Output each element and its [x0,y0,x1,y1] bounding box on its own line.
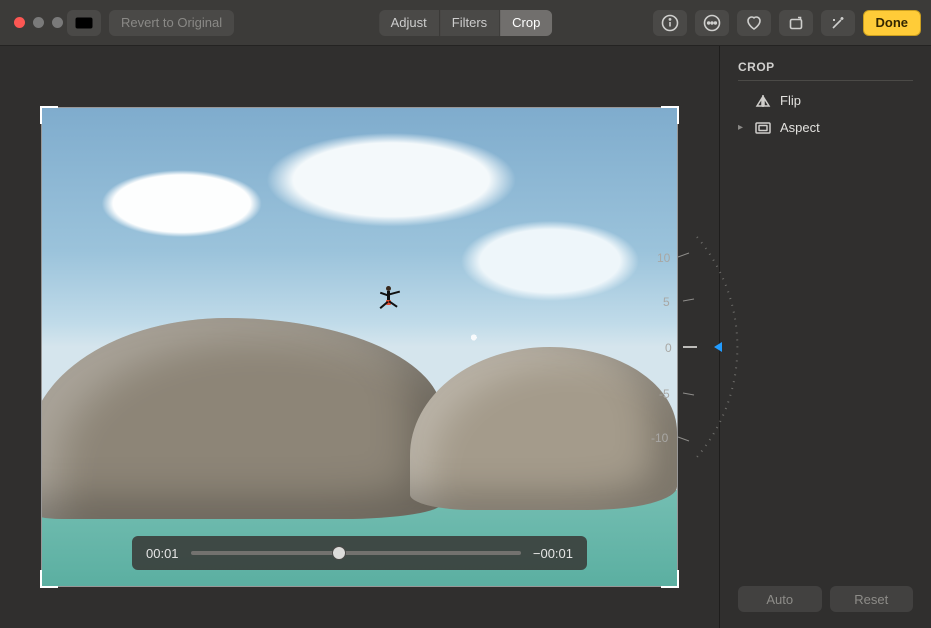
done-button[interactable]: Done [863,10,922,36]
dial-label-m5: -5 [659,387,670,401]
straighten-dial[interactable]: 0 5 10 -5 -10 [651,227,711,467]
dial-label-5: 5 [663,295,670,309]
photo-content [42,108,677,586]
toolbar: Revert to Original Adjust Filters Crop D… [0,0,931,46]
aspect-icon [755,122,771,134]
sidebar-title: CROP [738,60,913,81]
scrubber-track[interactable] [191,551,521,555]
more-icon[interactable] [695,10,729,36]
dial-label-10: 10 [657,251,671,265]
reset-button[interactable]: Reset [830,586,914,612]
viewer: 00:01 −00:01 0 5 10 -5 [0,46,719,628]
close-window-button[interactable] [14,17,25,28]
elapsed-time: 00:01 [146,546,179,561]
aspect-button[interactable]: ▸ Aspect [738,120,913,135]
edit-mode-segmented-control: Adjust Filters Crop [379,10,553,36]
aspect-label: Aspect [780,120,820,135]
minimize-window-button[interactable] [33,17,44,28]
sidebar-footer: Auto Reset [738,586,913,618]
flip-button[interactable]: Flip [738,93,913,108]
chevron-right-icon: ▸ [738,122,746,133]
maximize-window-button[interactable] [52,17,63,28]
tab-adjust[interactable]: Adjust [379,10,439,36]
crop-sidebar: CROP Flip ▸ Aspect Auto Reset [719,46,931,628]
auto-button[interactable]: Auto [738,586,822,612]
remaining-time: −00:01 [533,546,573,561]
flip-icon [755,94,771,108]
favorite-heart-icon[interactable] [737,10,771,36]
crop-handle-top-right[interactable] [661,106,679,124]
crop-frame[interactable]: 00:01 −00:01 0 5 10 -5 [42,108,677,586]
crop-handle-bottom-right[interactable] [661,570,679,588]
revert-to-original-button[interactable]: Revert to Original [109,10,234,36]
window-controls [10,17,63,28]
main-area: 00:01 −00:01 0 5 10 -5 [0,46,931,628]
crop-handle-bottom-left[interactable] [40,570,58,588]
flip-label: Flip [780,93,801,108]
auto-enhance-wand-icon[interactable] [821,10,855,36]
dial-label-m10: -10 [651,431,669,445]
dial-pointer-icon [714,342,722,352]
tab-filters[interactable]: Filters [439,10,499,36]
toolbar-right-group: Done [653,10,922,36]
rotate-icon[interactable] [779,10,813,36]
sidebar-toggle-icon[interactable] [67,10,101,36]
crop-handle-top-left[interactable] [40,106,58,124]
info-icon[interactable] [653,10,687,36]
video-scrubber: 00:01 −00:01 [132,536,587,570]
dial-label-0: 0 [665,341,672,355]
scrubber-knob[interactable] [332,546,346,560]
tab-crop[interactable]: Crop [499,10,552,36]
